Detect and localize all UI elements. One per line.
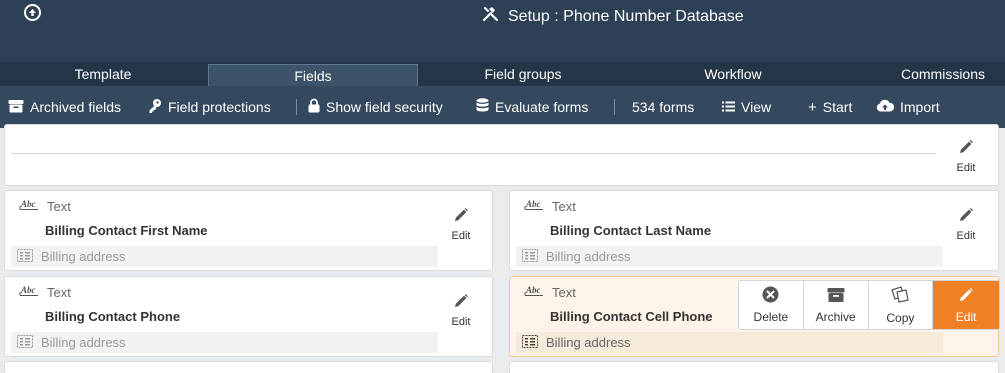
archive-button[interactable]: Archive (804, 281, 869, 329)
tab-workflow[interactable]: Workflow (630, 62, 836, 86)
pencil-icon (958, 287, 974, 306)
database-icon (476, 98, 489, 116)
app-header: Setup : Phone Number Database (0, 0, 1005, 62)
archive-box-icon (827, 287, 845, 306)
page-title: Setup : Phone Number Database (482, 6, 744, 27)
tab-field-groups[interactable]: Field groups (420, 62, 626, 86)
circle-x-icon (762, 286, 779, 306)
toolbar-divider (614, 99, 615, 115)
field-protections-button[interactable]: Field protections (148, 86, 271, 128)
field-type-label: Text (552, 285, 576, 300)
field-group-label: Billing address (546, 335, 631, 350)
cloud-upload-icon (876, 99, 895, 115)
group-icon (522, 334, 538, 351)
tab-bar: Template Fields Field groups Workflow Co… (0, 62, 1005, 86)
edit-button[interactable]: Edit (441, 207, 481, 251)
field-group-label: Billing address (546, 249, 631, 264)
field-card[interactable]: Edit (4, 124, 999, 186)
forms-count: 534 forms (632, 99, 695, 115)
show-field-security-button[interactable]: Show field security (308, 86, 443, 128)
fields-list: Edit Abc Text Billing Contact First Name… (0, 124, 1005, 373)
plus-icon: + (808, 98, 817, 116)
field-type-label: Text (47, 199, 71, 214)
delete-button[interactable]: Delete (739, 281, 804, 329)
field-card[interactable]: Abc Text Billing Contact Cell Phone Bill… (509, 276, 1000, 357)
tab-template[interactable]: Template (0, 62, 206, 86)
field-group-row: Billing address (516, 246, 943, 267)
svg-text:Abc: Abc (20, 199, 36, 209)
field-group-row: Billing address (11, 246, 438, 267)
copy-icon (890, 285, 910, 307)
field-card[interactable] (509, 361, 999, 373)
tools-icon (482, 6, 500, 27)
field-type-label: Text (47, 285, 71, 300)
svg-text:Abc: Abc (525, 199, 541, 209)
evaluate-forms-button[interactable]: Evaluate forms (476, 86, 588, 128)
text-type-icon: Abc (19, 199, 39, 214)
field-action-bar: Delete Archive Copy Edit (738, 280, 1000, 330)
svg-text:Abc: Abc (20, 285, 36, 295)
pencil-icon (453, 293, 469, 312)
copy-button[interactable]: Copy (869, 281, 934, 329)
field-name: Billing Contact Phone (45, 309, 181, 324)
list-icon (722, 99, 735, 115)
edit-button[interactable]: Edit (946, 207, 986, 251)
field-group-label: Billing address (41, 335, 126, 350)
group-icon (17, 248, 33, 265)
text-type-icon: Abc (524, 199, 544, 214)
field-group-row: Billing address (11, 332, 438, 353)
edit-button[interactable]: Edit (933, 281, 999, 329)
pencil-icon (958, 139, 974, 158)
lock-icon (308, 98, 320, 116)
field-group-label: Billing address (41, 249, 126, 264)
field-name: Billing Contact Last Name (550, 223, 712, 238)
field-card[interactable]: Abc Text Billing Contact Last Name Billi… (509, 190, 999, 271)
pencil-icon (958, 207, 974, 226)
field-name: Billing Contact First Name (45, 223, 208, 238)
tab-commissions[interactable]: Commissions (838, 62, 1005, 86)
circle-arrow-up-icon[interactable] (24, 4, 41, 21)
archive-box-icon (8, 99, 24, 116)
view-button[interactable]: View (722, 86, 771, 128)
field-card[interactable] (4, 361, 493, 373)
tab-fields[interactable]: Fields (208, 64, 418, 86)
field-name: Billing Contact Cell Phone (550, 309, 713, 324)
group-icon (522, 248, 538, 265)
start-button[interactable]: + Start (808, 86, 852, 128)
field-type-label: Text (552, 199, 576, 214)
edit-button[interactable]: Edit (441, 293, 481, 337)
field-card[interactable]: Abc Text Billing Contact Phone Billing a… (4, 276, 493, 357)
field-group-row: Billing address (516, 332, 943, 353)
text-type-icon: Abc (19, 285, 39, 300)
field-card[interactable]: Abc Text Billing Contact First Name Bill… (4, 190, 493, 271)
edit-button[interactable]: Edit (946, 139, 986, 183)
pencil-icon (453, 207, 469, 226)
text-type-icon: Abc (524, 285, 544, 300)
svg-text:Abc: Abc (525, 285, 541, 295)
archived-fields-button[interactable]: Archived fields (8, 86, 121, 128)
import-button[interactable]: Import (876, 86, 940, 128)
key-icon (148, 98, 162, 117)
group-icon (17, 334, 33, 351)
field-divider (11, 153, 936, 154)
toolbar-divider (296, 99, 297, 115)
page-title-text: Setup : Phone Number Database (508, 7, 744, 25)
toolbar: Archived fields Field protections Show f… (0, 86, 1005, 128)
